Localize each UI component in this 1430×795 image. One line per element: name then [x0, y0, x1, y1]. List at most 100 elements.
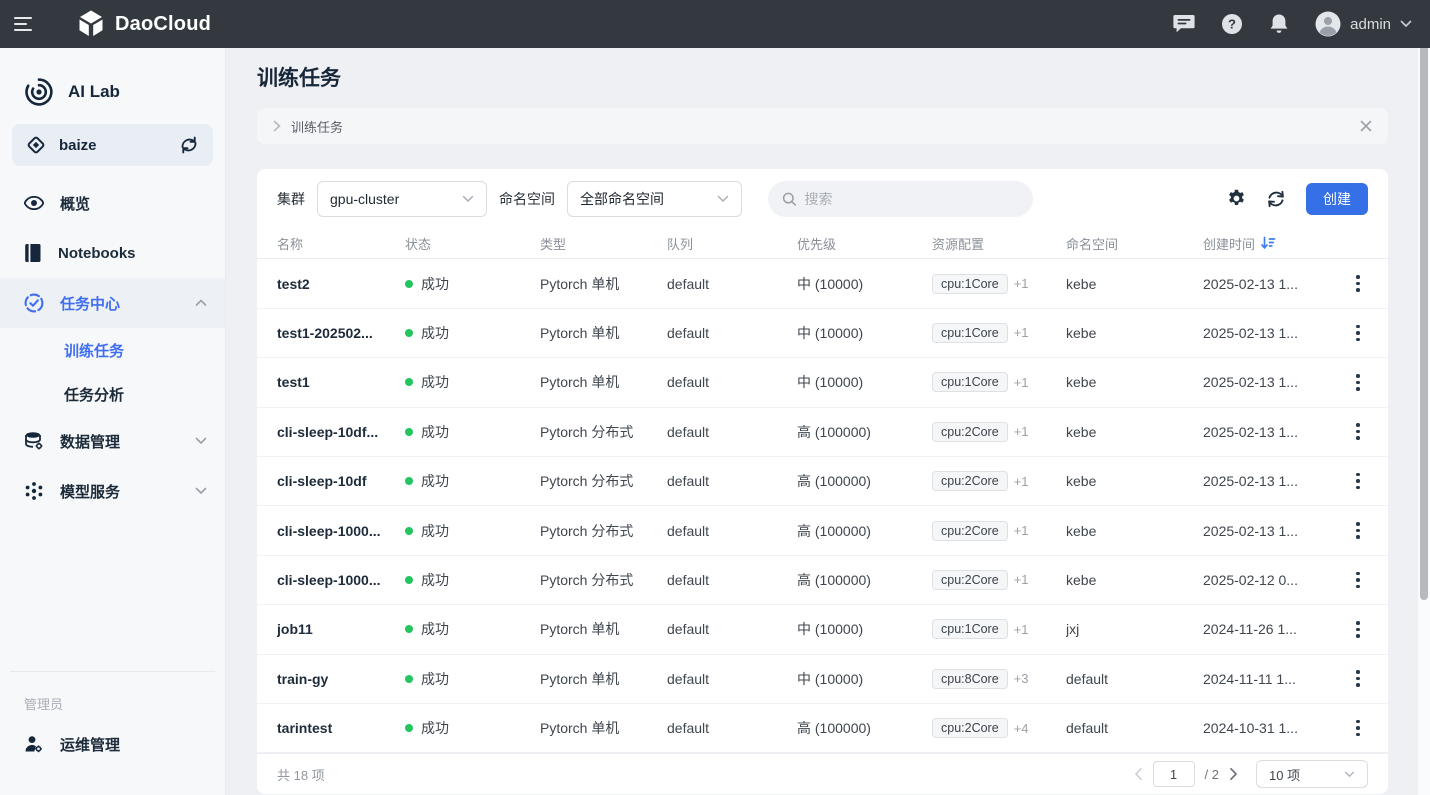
page-number-input[interactable]	[1153, 761, 1195, 787]
job-name[interactable]: cli-sleep-10df...	[277, 424, 405, 440]
sidebar-item-overview[interactable]: 概览	[0, 178, 225, 228]
row-actions-kebab-icon[interactable]	[1348, 716, 1368, 741]
status-text: 成功	[421, 619, 449, 639]
refresh-icon[interactable]	[1266, 189, 1286, 209]
row-actions-kebab-icon[interactable]	[1348, 666, 1368, 691]
table-row[interactable]: cli-sleep-1000... 成功 Pytorch 分布式 default…	[257, 506, 1388, 555]
job-priority: 中 (10000)	[797, 274, 932, 294]
settings-gear-icon[interactable]	[1227, 189, 1246, 208]
table-row[interactable]: train-gy 成功 Pytorch 单机 default 中 (10000)…	[257, 655, 1388, 704]
job-status: 成功	[405, 471, 540, 491]
hamburger-menu-icon[interactable]	[14, 17, 36, 31]
sidebar-nav: 概览 Notebooks 任务中心 训练任务 任务分析	[0, 178, 225, 516]
column-header-created[interactable]: 创建时间	[1203, 234, 1324, 253]
eye-icon	[24, 196, 44, 210]
sidebar-item-data-management[interactable]: 数据管理	[0, 416, 225, 466]
namespace-select[interactable]: 全部命名空间	[567, 181, 742, 217]
resource-extra-count[interactable]: +1	[1014, 276, 1029, 291]
model-service-icon	[24, 481, 44, 501]
job-name[interactable]: train-gy	[277, 671, 405, 687]
page-size-select[interactable]: 10 项	[1256, 760, 1368, 788]
message-icon[interactable]	[1173, 14, 1195, 34]
column-header-resources[interactable]: 资源配置	[932, 234, 1066, 253]
sidebar-subitem-job-analysis[interactable]: 任务分析	[0, 372, 225, 416]
status-dot-icon	[405, 280, 413, 288]
job-name[interactable]: cli-sleep-1000...	[277, 572, 405, 588]
sort-descending-icon[interactable]	[1261, 236, 1276, 250]
job-name[interactable]: cli-sleep-10df	[277, 473, 405, 489]
scrollbar-thumb[interactable]	[1420, 10, 1428, 600]
resource-extra-count[interactable]: +4	[1014, 721, 1029, 736]
person-gear-icon	[24, 735, 44, 753]
sidebar-item-ops-management[interactable]: 运维管理	[0, 719, 225, 769]
job-namespace: default	[1066, 671, 1203, 687]
sidebar-subitem-training-jobs[interactable]: 训练任务	[0, 328, 225, 372]
table-row[interactable]: job11 成功 Pytorch 单机 default 中 (10000) cp…	[257, 605, 1388, 654]
row-actions-kebab-icon[interactable]	[1348, 518, 1368, 543]
table-row[interactable]: test1-202502... 成功 Pytorch 单机 default 中 …	[257, 309, 1388, 358]
user-menu[interactable]: admin	[1315, 11, 1412, 37]
sidebar-item-notebooks[interactable]: Notebooks	[0, 228, 225, 278]
resource-extra-count[interactable]: +3	[1014, 671, 1029, 686]
job-name[interactable]: test1	[277, 374, 405, 390]
notification-bell-icon[interactable]	[1269, 13, 1289, 35]
resource-extra-count[interactable]: +1	[1014, 523, 1029, 538]
job-name[interactable]: test1-202502...	[277, 325, 405, 341]
row-actions-kebab-icon[interactable]	[1348, 469, 1368, 494]
help-icon[interactable]: ?	[1221, 13, 1243, 35]
sidebar-item-model-services[interactable]: 模型服务	[0, 466, 225, 516]
row-actions-kebab-icon[interactable]	[1348, 271, 1368, 296]
column-header-namespace[interactable]: 命名空间	[1066, 234, 1203, 253]
job-resources: cpu:1Core +1	[932, 274, 1066, 294]
resource-badge: cpu:1Core	[932, 619, 1008, 639]
resource-badge: cpu:1Core	[932, 323, 1008, 343]
job-name[interactable]: cli-sleep-1000...	[277, 523, 405, 539]
next-page-icon[interactable]	[1229, 767, 1238, 781]
row-actions-kebab-icon[interactable]	[1348, 321, 1368, 346]
sidebar-section-label: 管理员	[0, 672, 225, 719]
column-header-status[interactable]: 状态	[405, 234, 540, 253]
column-header-type[interactable]: 类型	[540, 234, 667, 253]
resource-badge: cpu:2Core	[932, 471, 1008, 491]
job-name[interactable]: test2	[277, 276, 405, 292]
job-name[interactable]: tarintest	[277, 720, 405, 736]
column-header-priority[interactable]: 优先级	[797, 234, 932, 253]
job-queue: default	[667, 671, 797, 687]
job-name[interactable]: job11	[277, 621, 405, 637]
row-actions-kebab-icon[interactable]	[1348, 419, 1368, 444]
resource-extra-count[interactable]: +1	[1014, 572, 1029, 587]
close-icon[interactable]	[1360, 120, 1372, 132]
row-actions-kebab-icon[interactable]	[1348, 370, 1368, 395]
resource-extra-count[interactable]: +1	[1014, 375, 1029, 390]
job-queue: default	[667, 523, 797, 539]
table-row[interactable]: tarintest 成功 Pytorch 单机 default 高 (10000…	[257, 704, 1388, 753]
table-row[interactable]: cli-sleep-10df... 成功 Pytorch 分布式 default…	[257, 408, 1388, 457]
resource-extra-count[interactable]: +1	[1014, 622, 1029, 637]
prev-page-icon[interactable]	[1134, 767, 1143, 781]
table-row[interactable]: test2 成功 Pytorch 单机 default 中 (10000) cp…	[257, 259, 1388, 308]
table-footer: 共 18 项 / 2 10 项	[257, 753, 1388, 794]
sidebar-item-label: 数据管理	[60, 431, 179, 452]
sidebar-item-task-center[interactable]: 任务中心	[0, 278, 225, 328]
table-row[interactable]: test1 成功 Pytorch 单机 default 中 (10000) cp…	[257, 358, 1388, 407]
search-input[interactable]	[804, 191, 1019, 207]
cluster-select[interactable]: gpu-cluster	[317, 181, 487, 217]
resource-extra-count[interactable]: +1	[1014, 474, 1029, 489]
job-resources: cpu:2Core +1	[932, 570, 1066, 590]
workspace-selector[interactable]: baize	[12, 124, 213, 166]
row-actions-kebab-icon[interactable]	[1348, 568, 1368, 593]
resource-extra-count[interactable]: +1	[1014, 325, 1029, 340]
resource-extra-count[interactable]: +1	[1014, 424, 1029, 439]
row-actions-kebab-icon[interactable]	[1348, 617, 1368, 642]
column-header-name[interactable]: 名称	[277, 234, 405, 253]
status-dot-icon	[405, 724, 413, 732]
job-queue: default	[667, 621, 797, 637]
table-row[interactable]: cli-sleep-10df 成功 Pytorch 分布式 default 高 …	[257, 457, 1388, 506]
switch-workspace-icon[interactable]	[179, 136, 199, 154]
sidebar-item-label: 概览	[60, 193, 207, 214]
table-row[interactable]: cli-sleep-1000... 成功 Pytorch 分布式 default…	[257, 556, 1388, 605]
column-header-queue[interactable]: 队列	[667, 234, 797, 253]
sidebar-item-label: 模型服务	[60, 481, 179, 502]
job-namespace: kebe	[1066, 325, 1203, 341]
create-button[interactable]: 创建	[1306, 183, 1368, 215]
